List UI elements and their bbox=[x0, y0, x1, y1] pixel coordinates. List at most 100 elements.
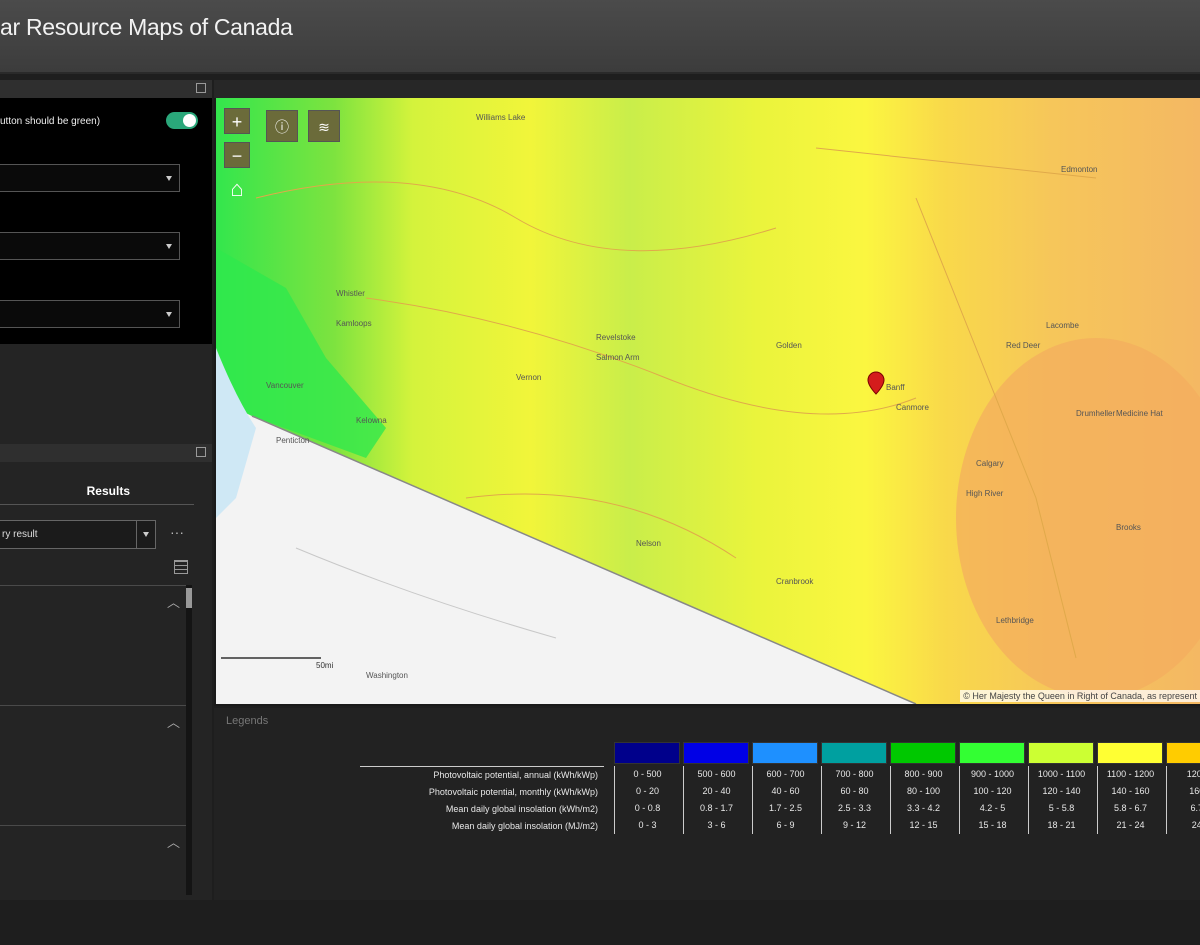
maximize-icon[interactable] bbox=[196, 447, 206, 457]
list-item[interactable]: ︿ bbox=[0, 585, 186, 705]
map-place-label: Williams Lake bbox=[476, 113, 526, 122]
filter-panel-bar bbox=[0, 80, 212, 98]
filter-dropdown-3[interactable] bbox=[0, 300, 180, 328]
legend-cell: 40 - 60 bbox=[771, 786, 800, 796]
map-place-label: Vancouver bbox=[266, 381, 304, 390]
filter-dropdown-2[interactable] bbox=[0, 232, 180, 260]
home-icon[interactable]: ⌂ bbox=[224, 176, 250, 202]
legend-title: Legends bbox=[226, 715, 269, 727]
filter-section: utton should be green) bbox=[0, 98, 212, 344]
table-icon[interactable] bbox=[174, 560, 188, 574]
map-place-label: Lacombe bbox=[1046, 321, 1079, 330]
legend-cell: 100 - 120 bbox=[973, 786, 1012, 796]
legend-column: 900 - 1000 100 - 120 4.2 - 5 15 - 18 bbox=[959, 742, 1025, 834]
legend-column: 1000 - 1100 120 - 140 5 - 5.8 18 - 21 bbox=[1028, 742, 1094, 834]
map-place-label: Calgary bbox=[976, 459, 1004, 468]
map-place-label: Cranbrook bbox=[776, 577, 814, 586]
list-item[interactable]: ︿ bbox=[0, 825, 186, 945]
legend-cell: 18 - 21 bbox=[1047, 820, 1076, 830]
legend-cell: 4.2 - 5 bbox=[979, 803, 1006, 813]
legend-cells: 800 - 900 80 - 100 3.3 - 4.2 12 - 15 bbox=[890, 766, 956, 834]
legend-cell: 6.7 - bbox=[1190, 803, 1200, 813]
results-scrollbar[interactable] bbox=[186, 585, 192, 895]
legend-column: 1100 - 1200 140 - 160 5.8 - 6.7 21 - 24 bbox=[1097, 742, 1163, 834]
map-place-label: Penticton bbox=[276, 436, 309, 445]
toggle-label: utton should be green) bbox=[0, 116, 101, 127]
list-item[interactable]: ︿ bbox=[0, 705, 186, 825]
result-list: ︿ ︿ ︿ bbox=[0, 585, 194, 900]
map-place-label: Banff bbox=[886, 383, 905, 392]
chevron-up-icon[interactable]: ︿ bbox=[167, 592, 180, 611]
scale-bar-label: 50mi bbox=[316, 661, 334, 670]
map-place-label: Kelowna bbox=[356, 416, 387, 425]
legend-cell: 3.3 - 4.2 bbox=[906, 803, 941, 813]
map-place-label: Red Deer bbox=[1006, 341, 1041, 350]
legend-cell: 1000 - 1100 bbox=[1037, 769, 1086, 779]
map-place-label: Golden bbox=[776, 341, 802, 350]
legend-cells: 1000 - 1100 120 - 140 5 - 5.8 18 - 21 bbox=[1028, 766, 1094, 834]
legend-cell: 5 - 5.8 bbox=[1048, 803, 1075, 813]
legend-cell: 24 - bbox=[1191, 820, 1200, 830]
maximize-icon[interactable] bbox=[196, 83, 206, 93]
map-place-label: Medicine Hat bbox=[1116, 409, 1163, 418]
chevron-down-icon bbox=[166, 176, 172, 181]
legend-column: 1200 - 160 - 6.7 - 24 - bbox=[1166, 742, 1200, 834]
legend-cell: 9 - 12 bbox=[842, 820, 866, 830]
map-place-label: High River bbox=[966, 489, 1004, 498]
legend-column: 0 - 500 0 - 20 0 - 0.8 0 - 3 bbox=[614, 742, 680, 834]
legend-cell: 0.8 - 1.7 bbox=[699, 803, 734, 813]
left-panel: utton should be green) Results ry result… bbox=[0, 80, 212, 900]
more-options-button[interactable]: ··· bbox=[170, 524, 184, 540]
info-button[interactable]: ⓘ bbox=[266, 110, 298, 142]
legend-swatch bbox=[821, 742, 887, 764]
legend-column: 600 - 700 40 - 60 1.7 - 2.5 6 - 9 bbox=[752, 742, 818, 834]
chevron-up-icon[interactable]: ︿ bbox=[167, 832, 180, 851]
zoom-in-button[interactable]: + bbox=[224, 108, 250, 134]
legend-column: 500 - 600 20 - 40 0.8 - 1.7 3 - 6 bbox=[683, 742, 749, 834]
legend-cell: 0 - 0.8 bbox=[634, 803, 661, 813]
result-layer-select[interactable]: ry result bbox=[0, 520, 156, 549]
layers-button[interactable]: ≋ bbox=[308, 110, 340, 142]
map-place-label: Whistler bbox=[336, 289, 365, 298]
results-panel-bar bbox=[0, 444, 212, 462]
legend-panel: Legends Photovoltaic potential, annual (… bbox=[214, 708, 1200, 900]
results-title: Results bbox=[86, 484, 130, 498]
legend-cell: 12 - 15 bbox=[909, 820, 938, 830]
legend-cells: 1100 - 1200 140 - 160 5.8 - 6.7 21 - 24 bbox=[1097, 766, 1163, 834]
legend-cell: 0 - 20 bbox=[635, 786, 659, 796]
legend-swatch bbox=[1097, 742, 1163, 764]
legend-cell: 0 - 500 bbox=[633, 769, 662, 779]
map-place-label: Edmonton bbox=[1061, 165, 1097, 174]
legend-row-label: Photovoltaic potential, annual (kWh/kWp) bbox=[433, 770, 598, 780]
legend-cell: 1.7 - 2.5 bbox=[768, 803, 803, 813]
chevron-up-icon[interactable]: ︿ bbox=[167, 712, 180, 731]
chevron-down-icon bbox=[166, 244, 172, 249]
chevron-down-icon[interactable] bbox=[136, 521, 155, 548]
legend-cell: 800 - 900 bbox=[904, 769, 943, 779]
filter-toggle[interactable] bbox=[166, 112, 198, 129]
map-place-label: Drumheller bbox=[1076, 409, 1115, 418]
legend-cell: 0 - 3 bbox=[638, 820, 657, 830]
legend-cells: 500 - 600 20 - 40 0.8 - 1.7 3 - 6 bbox=[683, 766, 749, 834]
zoom-out-button[interactable]: − bbox=[224, 142, 250, 168]
map-attribution: © Her Majesty the Queen in Right of Cana… bbox=[960, 690, 1200, 702]
legend-row-label: Photovoltaic potential, monthly (kWh/kWp… bbox=[428, 787, 598, 797]
map-panel: Williams Lake Edmonton Banff Calgary Red Dee… bbox=[214, 80, 1200, 706]
app-title: ar Resource Maps of Canada bbox=[0, 14, 293, 40]
legend-cell: 5.8 - 6.7 bbox=[1113, 803, 1148, 813]
filter-dropdown-1[interactable] bbox=[0, 164, 180, 192]
legend-cell: 2.5 - 3.3 bbox=[837, 803, 872, 813]
map-place-label: Brooks bbox=[1116, 523, 1141, 532]
legend-cell: 15 - 18 bbox=[978, 820, 1007, 830]
legend-cell: 700 - 800 bbox=[835, 769, 874, 779]
legend-cell: 900 - 1000 bbox=[970, 769, 1015, 779]
legend-cell: 600 - 700 bbox=[766, 769, 805, 779]
map-place-label: Revelstoke bbox=[596, 333, 636, 342]
map-canvas[interactable]: Williams Lake Edmonton Banff Calgary Red Dee… bbox=[216, 98, 1200, 704]
legend-cell: 160 - bbox=[1189, 786, 1200, 796]
legend-row-labels: Photovoltaic potential, annual (kWh/kWp)… bbox=[360, 766, 604, 835]
solar-map-graphic: Williams Lake Edmonton Banff Calgary Red Dee… bbox=[216, 98, 1200, 704]
map-place-label: Salmon Arm bbox=[596, 353, 640, 362]
scrollbar-thumb[interactable] bbox=[186, 588, 192, 608]
legend-cell: 1200 - bbox=[1186, 769, 1200, 779]
